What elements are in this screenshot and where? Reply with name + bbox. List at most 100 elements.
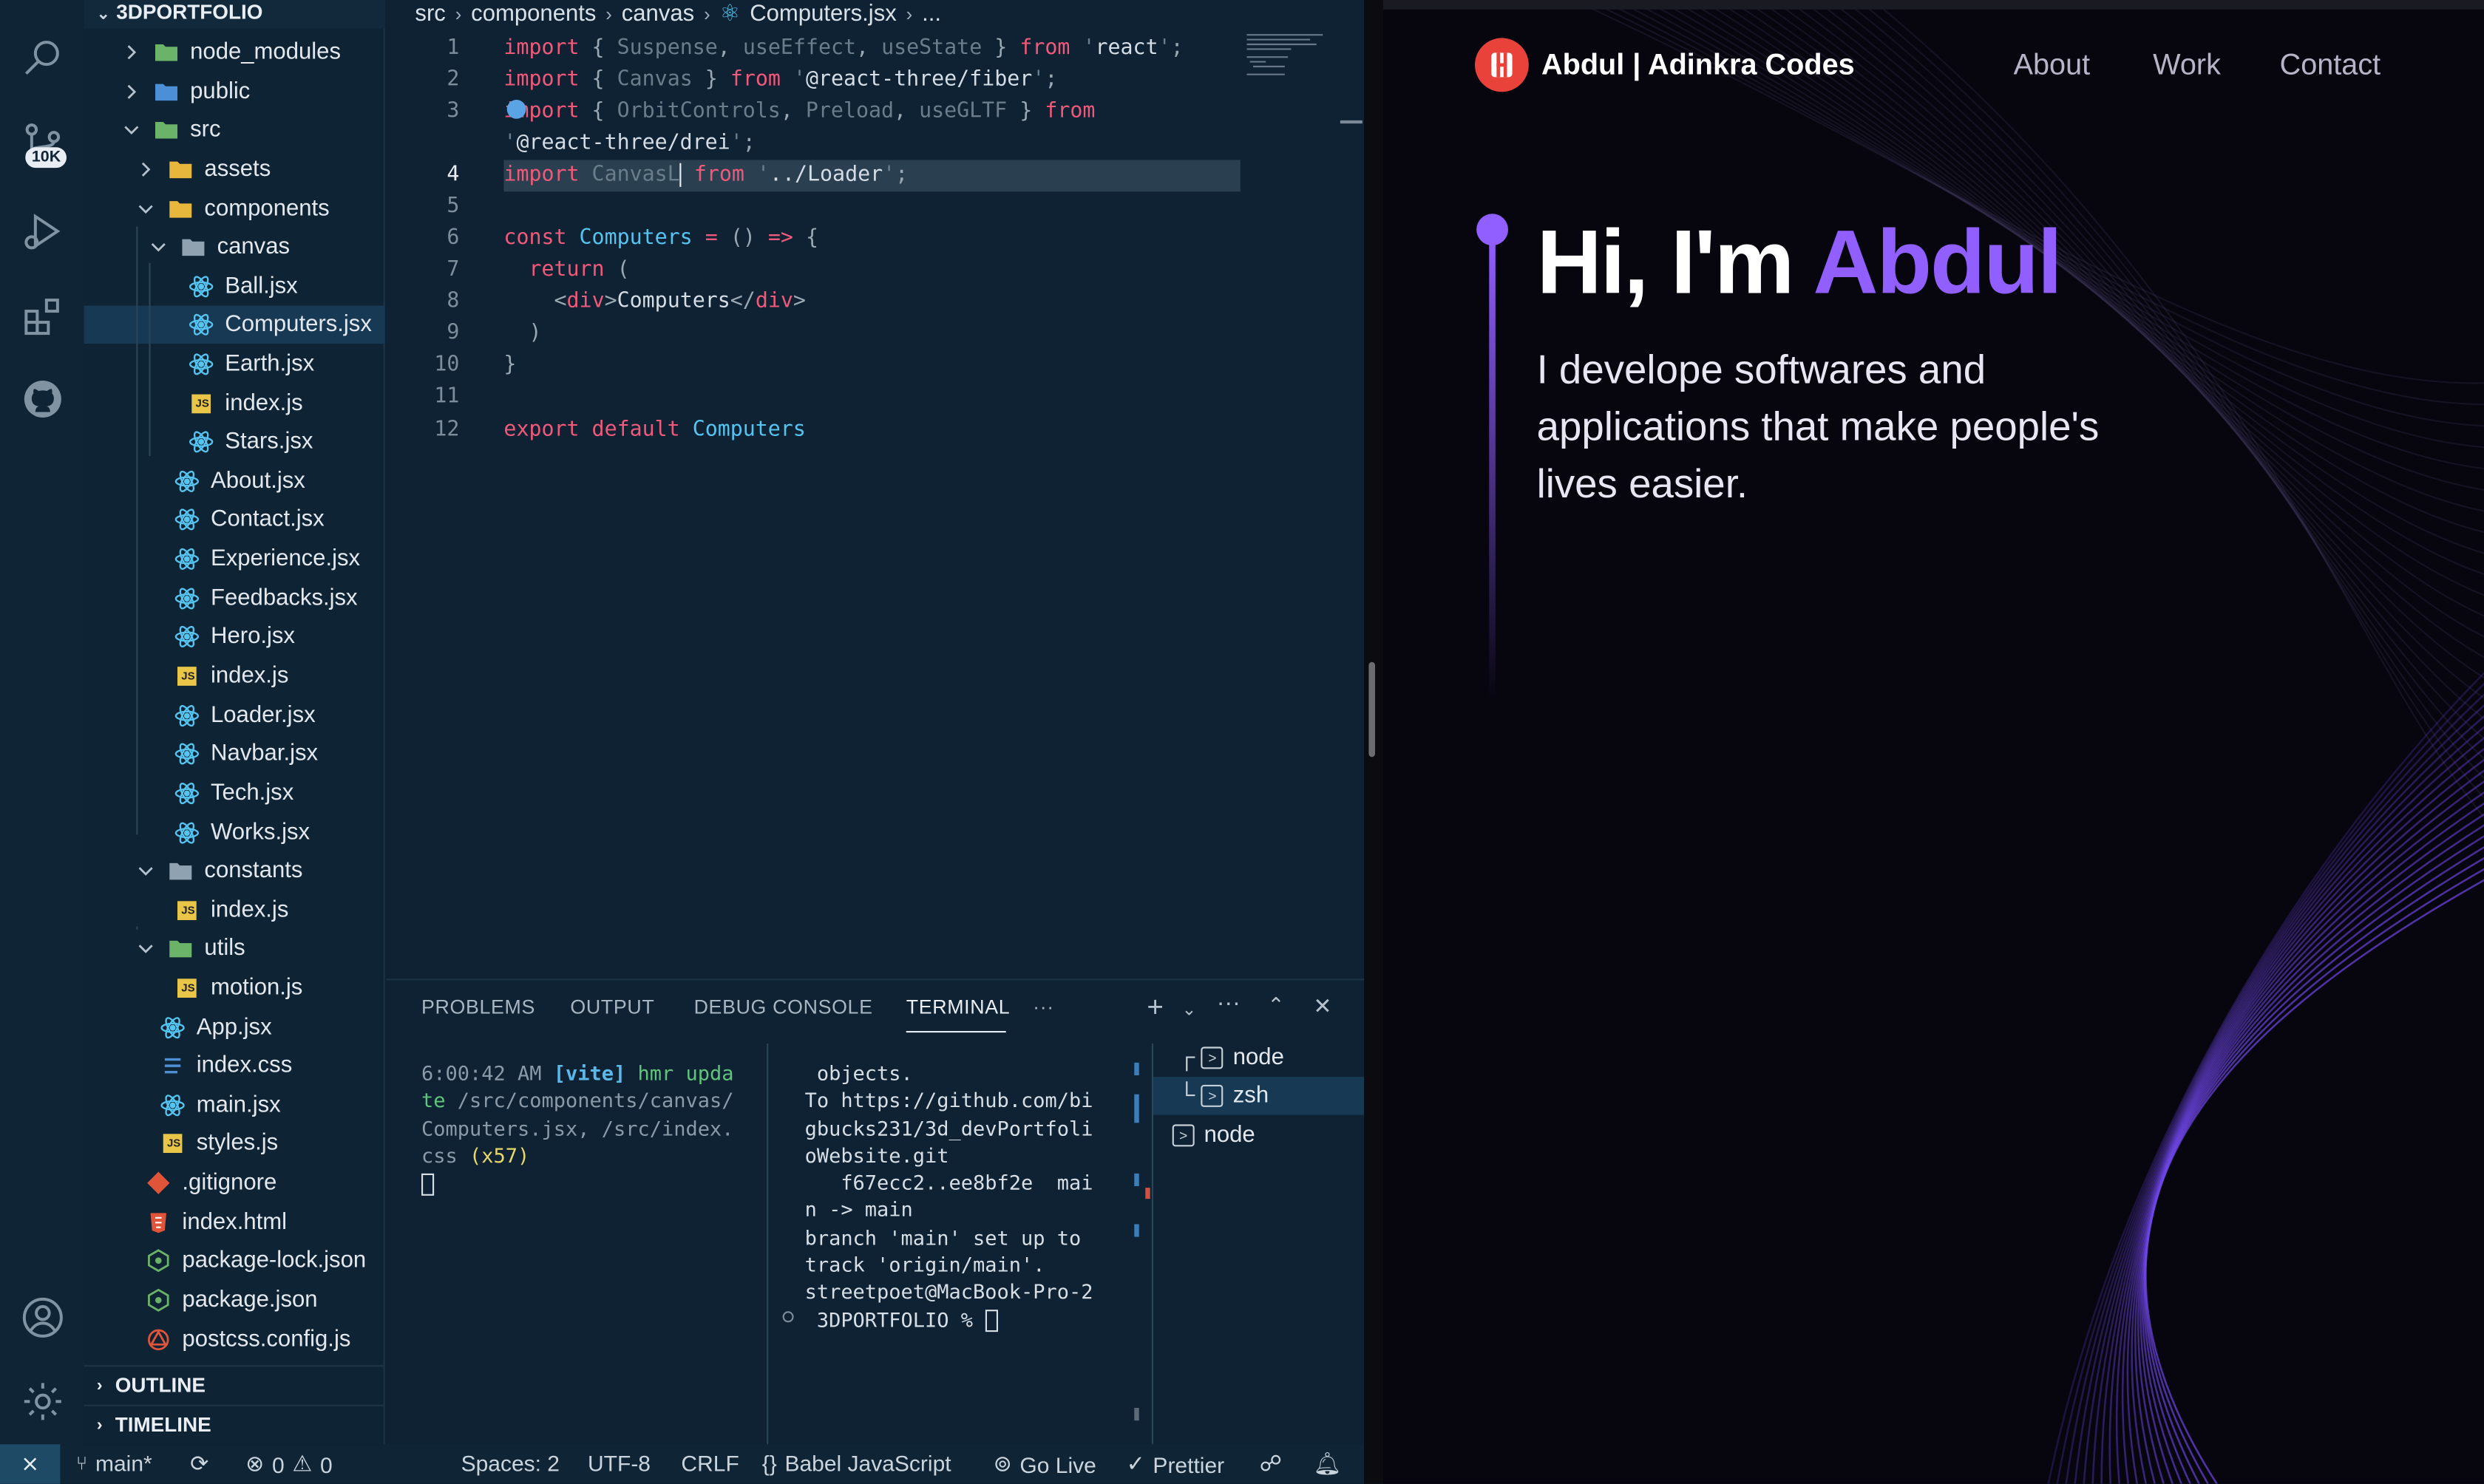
minimap[interactable]	[1246, 32, 1326, 79]
prettier-status[interactable]: ✓ Prettier	[1127, 1451, 1225, 1477]
panel-more-icon[interactable]: ···	[1033, 996, 1054, 1018]
nav-work[interactable]: Work	[2153, 47, 2221, 82]
breadcrumb-more[interactable]: ...	[922, 1, 941, 27]
tab-debug-console[interactable]: DEBUG CONSOLE	[694, 996, 873, 1018]
search-icon[interactable]	[14, 29, 71, 86]
encoding-status[interactable]: UTF-8	[588, 1451, 651, 1476]
more-actions-icon[interactable]: ···	[1217, 990, 1241, 1016]
file-styles[interactable]: JS styles.js	[84, 1124, 385, 1162]
folder-node-modules[interactable]: node_modules	[84, 33, 385, 71]
folder-canvas[interactable]: canvas	[84, 228, 385, 266]
tree-item-label: Earth.jsx	[225, 351, 315, 377]
folder-utils[interactable]: utils	[84, 930, 385, 967]
tree-item-label: public	[190, 79, 251, 105]
file-package-json[interactable]: package.json	[84, 1282, 385, 1319]
code-line[interactable]: '@react-three/drei';	[387, 129, 1274, 160]
folder-constants[interactable]: constants	[84, 852, 385, 890]
file-tech[interactable]: Tech.jsx	[84, 775, 385, 812]
code-line[interactable]: 6 const Computers = () => {	[387, 223, 1274, 255]
folder-assets[interactable]: assets	[84, 151, 385, 188]
github-icon[interactable]	[14, 370, 71, 427]
lightbulb-icon[interactable]	[506, 99, 526, 119]
splitter-handle[interactable]	[1368, 661, 1375, 758]
explorer-header[interactable]: ⌄ 3DPORTFOLIO	[84, 0, 385, 29]
file-contact[interactable]: Contact.jsx	[84, 500, 385, 538]
file-constants-index[interactable]: JS index.js	[84, 891, 385, 929]
file-motion[interactable]: JS motion.js	[84, 969, 385, 1007]
add-terminal-icon[interactable]: +	[1147, 991, 1164, 1024]
file-about[interactable]: About.jsx	[84, 463, 385, 500]
bell-icon[interactable]: 🔔︎	[1313, 1451, 1341, 1477]
extensions-icon[interactable]	[14, 288, 71, 345]
maximize-panel-icon[interactable]: ⌃	[1267, 993, 1284, 1018]
folder-public[interactable]: public	[84, 73, 385, 111]
brand-logo[interactable]	[1474, 38, 1529, 92]
file-index-html[interactable]: index.html	[84, 1204, 385, 1242]
terminal-split-divider[interactable]	[767, 1044, 769, 1446]
branch-status[interactable]: ⑂ main*	[76, 1451, 152, 1476]
breadcrumb-components[interactable]: components	[471, 1, 596, 27]
terminal-list-item-node[interactable]: ┌ > node	[1178, 1039, 1364, 1077]
nav-about[interactable]: About	[2014, 47, 2091, 82]
terminal-output-left[interactable]: 6:00:42 AM [vite] hmr upda te /src/compo…	[421, 1060, 734, 1197]
tab-problems[interactable]: PROBLEMS	[421, 996, 535, 1018]
file-ball[interactable]: Ball.jsx	[84, 268, 385, 305]
timeline-section[interactable]: › TIMELINE	[84, 1404, 385, 1443]
chevron-down-icon[interactable]: ⌄	[1182, 999, 1197, 1020]
code-line[interactable]: 5	[387, 191, 1274, 223]
file-earth[interactable]: Earth.jsx	[84, 345, 385, 383]
file-loader[interactable]: Loader.jsx	[84, 697, 385, 735]
tab-terminal[interactable]: TERMINAL	[906, 996, 1011, 1018]
code-line[interactable]: 10}	[387, 350, 1274, 382]
run-debug-icon[interactable]	[14, 202, 71, 259]
code-line[interactable]: 7 return (	[387, 255, 1274, 287]
file-index-css[interactable]: index.css	[84, 1046, 385, 1084]
settings-gear-icon[interactable]	[14, 1373, 71, 1430]
file-hero[interactable]: Hero.jsx	[84, 618, 385, 656]
folder-src[interactable]: src	[84, 111, 385, 149]
sync-icon[interactable]: ⟳	[190, 1451, 208, 1477]
indentation-status[interactable]: Spaces: 2	[461, 1451, 560, 1476]
go-live-button[interactable]: ⊚ Go Live	[994, 1451, 1096, 1477]
outline-section[interactable]: › OUTLINE	[84, 1365, 385, 1403]
code-line[interactable]: 4 import CanvasL from '../Loader';	[387, 160, 1274, 191]
breadcrumb-file[interactable]: Computers.jsx	[750, 1, 897, 27]
remote-indicator-icon[interactable]: ⨯	[0, 1444, 61, 1484]
code-line[interactable]: 9 )	[387, 319, 1274, 350]
breadcrumb-src[interactable]: src	[415, 1, 445, 27]
nav-contact[interactable]: Contact	[2280, 47, 2381, 82]
terminal-list-item-zsh[interactable]: └ > zsh	[1153, 1077, 1364, 1115]
tab-output[interactable]: OUTPUT	[570, 996, 654, 1018]
brand-name[interactable]: Abdul | Adinkra Codes	[1541, 47, 1855, 82]
code-line[interactable]: 8 <div>Computers</div>	[387, 287, 1274, 319]
file-feedbacks[interactable]: Feedbacks.jsx	[84, 579, 385, 617]
file-postcss-config[interactable]: postcss.config.js	[84, 1321, 385, 1358]
breadcrumb-canvas[interactable]: canvas	[622, 1, 694, 27]
file-works[interactable]: Works.jsx	[84, 814, 385, 851]
eol-status[interactable]: CRLF	[681, 1451, 739, 1476]
code-editor[interactable]: src › components › canvas › ⚛ Computers.…	[386, 0, 1364, 979]
file-gitignore[interactable]: .gitignore	[84, 1164, 385, 1202]
file-navbar[interactable]: Navbar.jsx	[84, 735, 385, 772]
file-experience[interactable]: Experience.jsx	[84, 540, 385, 578]
file-computers[interactable]: Computers.jsx	[84, 305, 385, 344]
problems-status[interactable]: ⊗ 0 ⚠ 0	[245, 1451, 333, 1477]
code-line[interactable]: 2 import { Canvas } from '@react-three/fi…	[387, 65, 1274, 97]
file-package-lock[interactable]: package-lock.json	[84, 1242, 385, 1279]
file-stars[interactable]: Stars.jsx	[84, 423, 385, 460]
file-components-index[interactable]: JS index.js	[84, 657, 385, 695]
folder-components[interactable]: components	[84, 190, 385, 228]
close-panel-icon[interactable]: ✕	[1313, 993, 1331, 1020]
tree-item-label: Stars.jsx	[225, 429, 313, 455]
feedback-icon[interactable]: ☍	[1260, 1451, 1282, 1477]
code-line[interactable]: 1 import { Suspense, useEffect, useState …	[387, 33, 1274, 65]
terminal-list-item-node-2[interactable]: > node	[1172, 1117, 1358, 1154]
account-icon[interactable]	[14, 1289, 71, 1346]
code-line[interactable]: 11	[387, 381, 1274, 413]
code-line[interactable]: 12 export default Computers	[387, 415, 1274, 446]
file-app[interactable]: App.jsx	[84, 1009, 385, 1046]
language-status[interactable]: {} Babel JavaScript	[762, 1451, 951, 1476]
terminal-output-right[interactable]: objects. To https://github.com/bi gbucks…	[805, 1060, 1093, 1334]
file-canvas-index[interactable]: JS index.js	[84, 385, 385, 423]
file-main[interactable]: main.jsx	[84, 1086, 385, 1124]
